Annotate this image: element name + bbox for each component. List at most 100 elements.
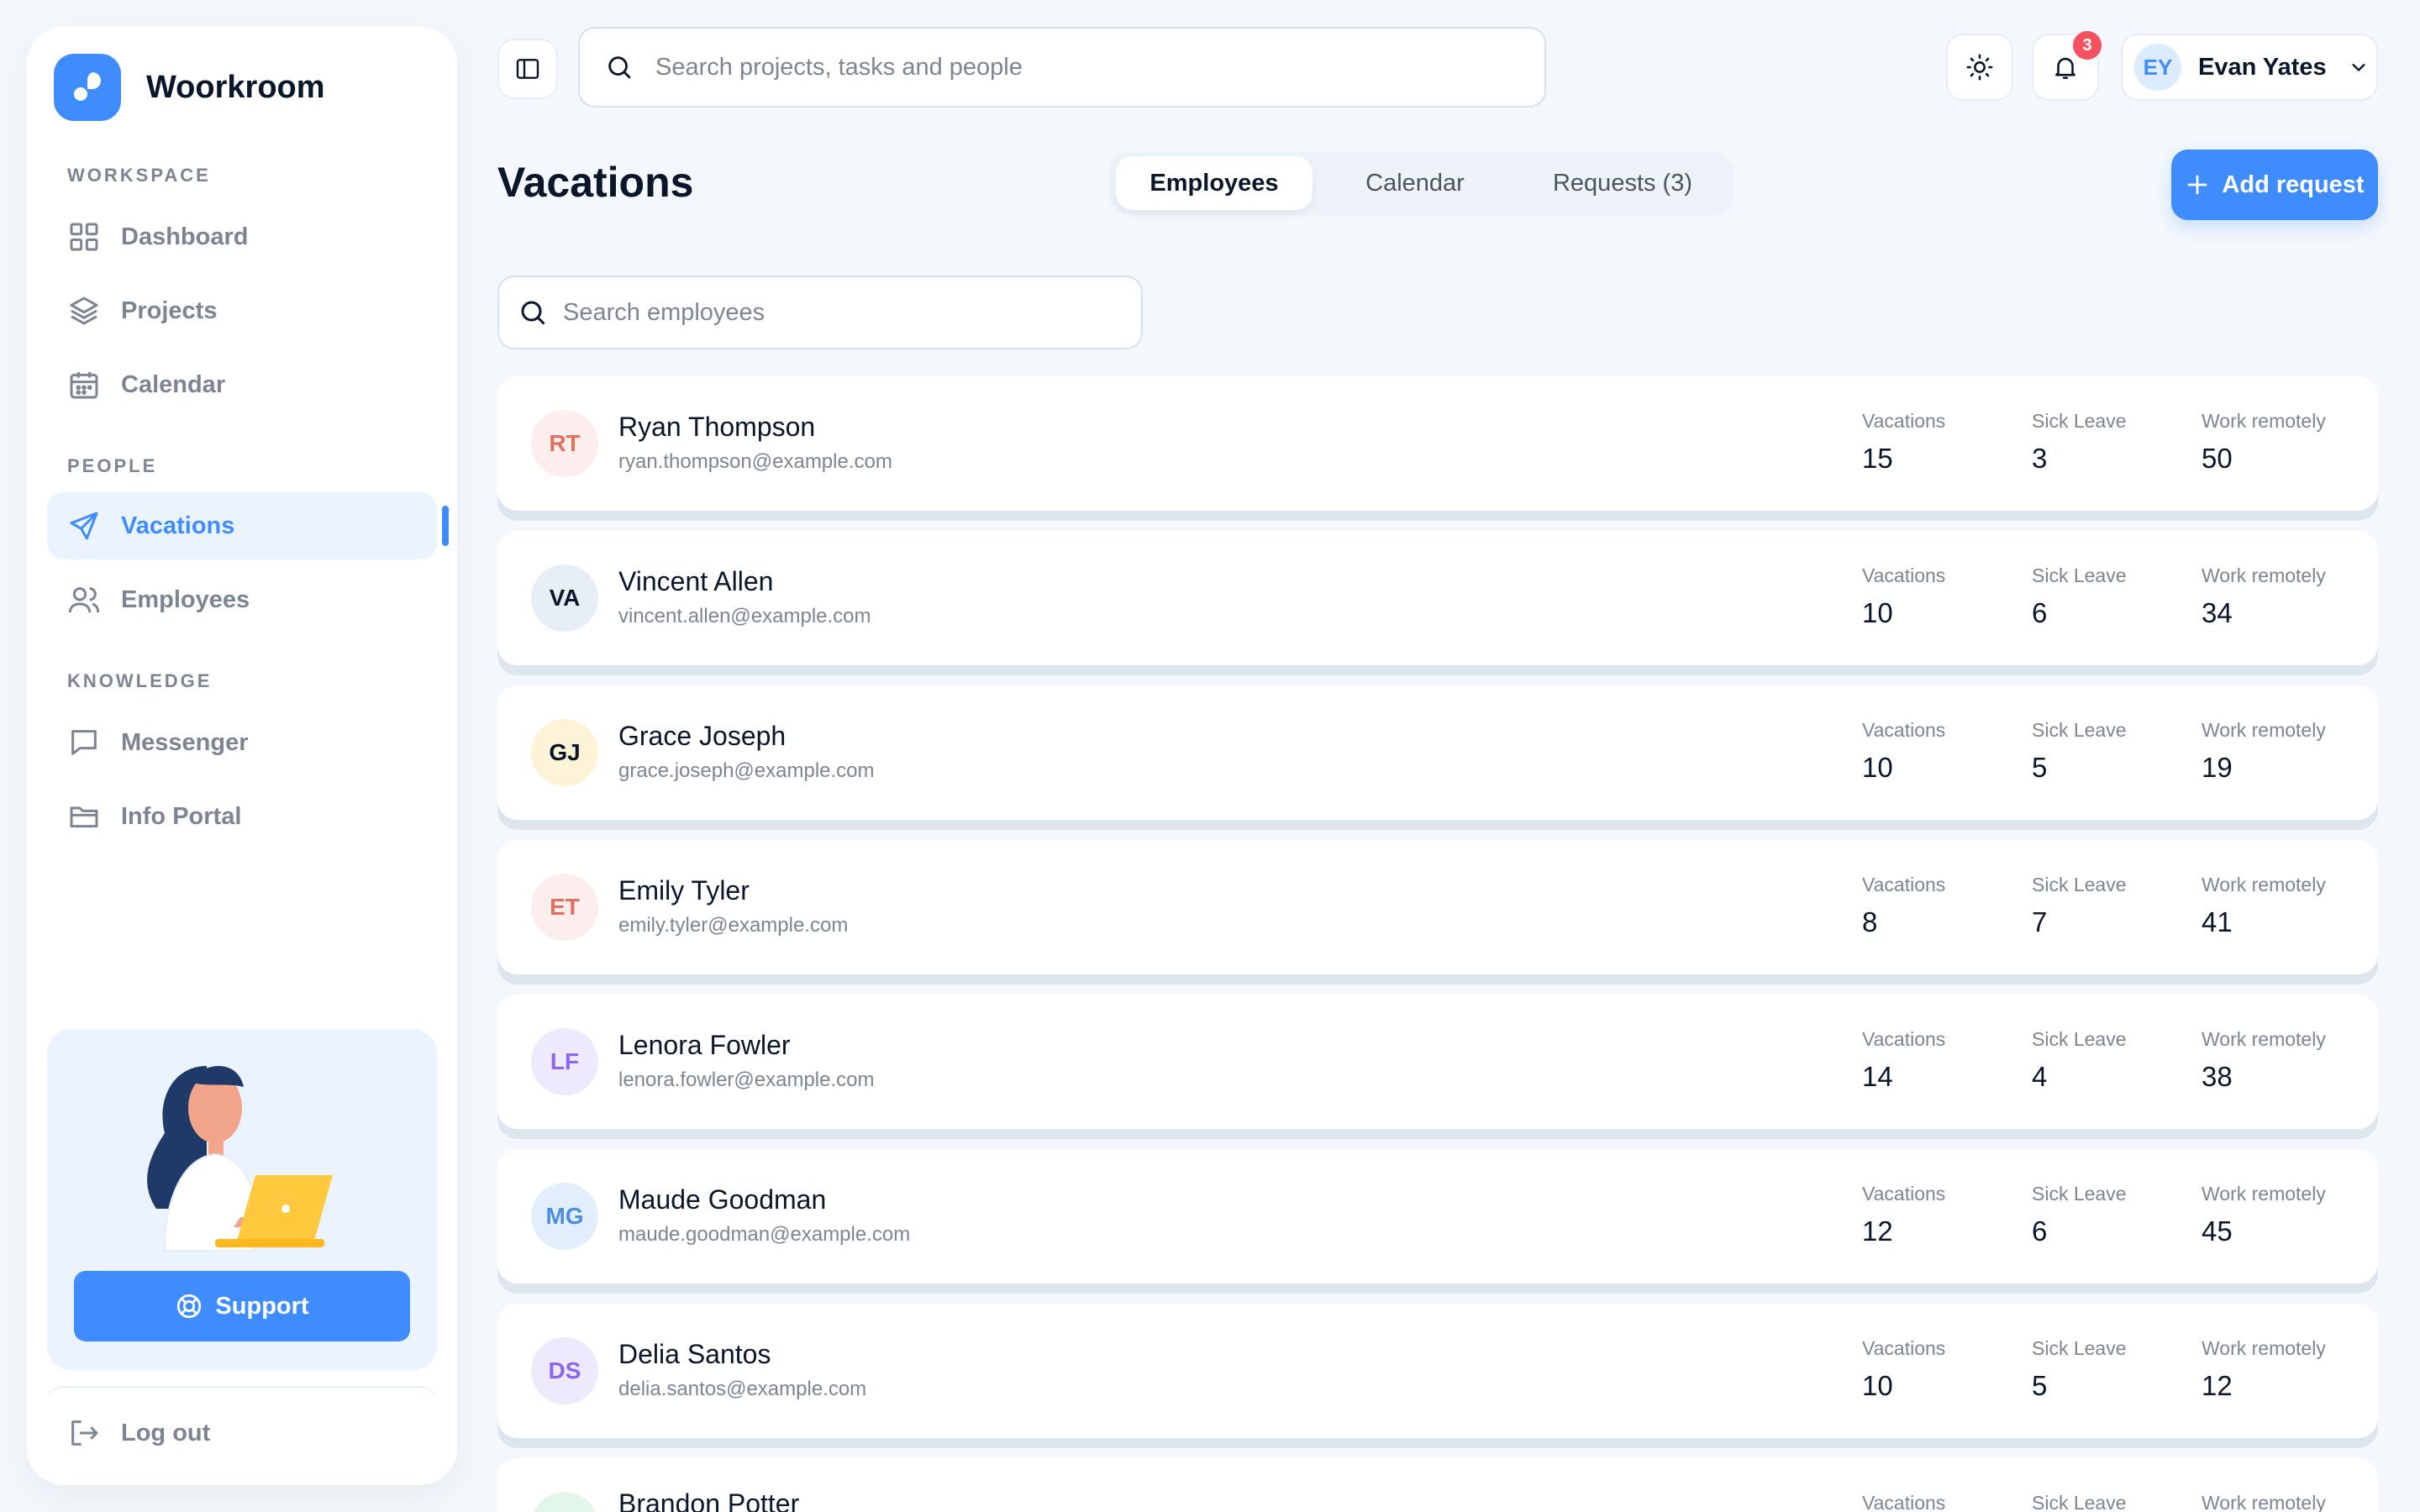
sidebar-item-label: Dashboard (121, 223, 249, 250)
work-remotely-count: 38 (2202, 1061, 2233, 1092)
stat-label-sick-leave: Sick Leave (2032, 1337, 2127, 1359)
plus-icon (2188, 175, 2207, 195)
logout-icon (71, 1420, 98, 1446)
notification-badge: 3 (2070, 29, 2104, 62)
sick-leave-count: 5 (2032, 752, 2048, 783)
stat-label-sick-leave: Sick Leave (2032, 1028, 2127, 1050)
chevron-down-icon (2351, 63, 2365, 72)
employee-name: Emily Tyler (618, 875, 750, 906)
support-button[interactable]: Support (74, 1271, 410, 1341)
employee-name: Brandon Potter (618, 1488, 800, 1512)
brand[interactable]: Woorkroom (54, 54, 325, 121)
active-indicator (442, 506, 449, 546)
employee-search[interactable] (497, 276, 1143, 349)
sidebar-item-label: Vacations (121, 512, 235, 539)
avatar: EY (2134, 44, 2181, 91)
avatar: DS (531, 1337, 598, 1404)
employee-email: maude.goodman@example.com (618, 1223, 911, 1246)
page-title: Vacations (497, 159, 694, 206)
theme-toggle-button[interactable] (1946, 34, 2013, 101)
stat-label-vacations: Vacations (1862, 1183, 1946, 1205)
table-row[interactable]: BP Brandon Potter Vacations Sick Leave W… (497, 1458, 2378, 1512)
vacations-count: 8 (1862, 906, 1878, 937)
search-icon (521, 301, 545, 325)
section-label-workspace: WORKSPACE (67, 165, 211, 186)
table-row[interactable]: DS Delia Santos delia.santos@example.com… (497, 1304, 2378, 1438)
stat-label-work-remotely: Work remotely (2202, 874, 2326, 895)
sidebar-item-employees[interactable]: Employees (47, 566, 437, 633)
calendar-icon (70, 372, 98, 399)
sidebar-panel-icon (516, 59, 539, 79)
table-row[interactable]: ET Emily Tyler emily.tyler@example.com V… (497, 840, 2378, 974)
stat-label-sick-leave: Sick Leave (2032, 874, 2127, 895)
work-remotely-count: 50 (2202, 443, 2233, 474)
avatar: GJ (531, 719, 598, 786)
view-tabs: Employees Calendar Requests (3) (1109, 151, 1734, 215)
section-label-knowledge: KNOWLEDGE (67, 670, 213, 691)
sick-leave-count: 6 (2032, 1215, 2048, 1247)
sick-leave-count: 5 (2032, 1370, 2048, 1401)
sick-leave-count: 6 (2032, 597, 2048, 628)
section-label-people: PEOPLE (67, 455, 158, 476)
employee-email: emily.tyler@example.com (618, 914, 849, 937)
sidebar-item-vacations[interactable]: Vacations (47, 492, 437, 559)
logout-button[interactable]: Log out (47, 1399, 437, 1467)
sidebar-item-label: Messenger (121, 728, 249, 756)
stat-label-vacations: Vacations (1862, 1492, 1946, 1512)
dashboard-icon (70, 223, 98, 251)
employee-name: Delia Santos (618, 1339, 771, 1369)
sidebar-item-projects[interactable]: Projects (47, 277, 437, 344)
stat-label-sick-leave: Sick Leave (2032, 1183, 2127, 1205)
sidebar-item-dashboard[interactable]: Dashboard (47, 203, 437, 270)
sick-leave-count: 4 (2032, 1061, 2048, 1092)
sidebar-item-label: Calendar (121, 370, 226, 398)
woorkroom-logo-icon (54, 54, 121, 121)
tab-calendar[interactable]: Calendar (1319, 156, 1511, 210)
table-row[interactable]: MG Maude Goodman maude.goodman@example.c… (497, 1149, 2378, 1284)
table-row[interactable]: RT Ryan Thompson ryan.thompson@example.c… (497, 376, 2378, 511)
table-row[interactable]: VA Vincent Allen vincent.allen@example.c… (497, 531, 2378, 665)
employee-email: ryan.thompson@example.com (618, 450, 892, 473)
sidebar-item-info-portal[interactable]: Info Portal (47, 783, 437, 850)
global-search[interactable] (578, 27, 1546, 108)
sidebar-toggle-button[interactable] (497, 39, 558, 99)
avatar: ET (531, 874, 598, 941)
woman-with-laptop-illustration (147, 1066, 333, 1252)
global-search-input[interactable] (655, 53, 1502, 81)
work-remotely-count: 12 (2202, 1370, 2233, 1401)
tab-requests[interactable]: Requests (3) (1516, 156, 1729, 210)
users-icon (68, 587, 100, 613)
plane-icon (70, 512, 98, 540)
avatar: VA (531, 564, 598, 632)
vacations-count: 12 (1862, 1215, 1893, 1247)
chat-icon (71, 730, 97, 755)
folder-icon (70, 806, 98, 828)
avatar: RT (531, 410, 598, 477)
employee-search-input[interactable] (563, 298, 1124, 327)
table-row[interactable]: LF Lenora Fowler lenora.fowler@example.c… (497, 995, 2378, 1129)
tab-employees[interactable]: Employees (1116, 156, 1313, 210)
stat-label-vacations: Vacations (1862, 1337, 1946, 1359)
work-remotely-count: 45 (2202, 1215, 2233, 1247)
work-remotely-count: 19 (2202, 752, 2233, 783)
stat-label-sick-leave: Sick Leave (2032, 1492, 2127, 1512)
sidebar-item-label: Info Portal (121, 802, 242, 830)
brand-name: Woorkroom (146, 69, 325, 105)
stat-label-work-remotely: Work remotely (2202, 719, 2326, 741)
search-icon (608, 56, 631, 79)
sidebar-item-messenger[interactable]: Messenger (47, 709, 437, 776)
add-request-button[interactable]: Add request (2171, 150, 2378, 220)
vacations-count: 10 (1862, 752, 1893, 783)
support-card: Support (47, 1029, 437, 1370)
stat-label-vacations: Vacations (1862, 874, 1946, 895)
employee-email: lenora.fowler@example.com (618, 1068, 875, 1091)
employee-name: Lenora Fowler (618, 1030, 791, 1060)
employee-name: Ryan Thompson (618, 412, 816, 442)
stat-label-sick-leave: Sick Leave (2032, 410, 2127, 432)
avatar: MG (531, 1183, 598, 1250)
table-row[interactable]: GJ Grace Joseph grace.joseph@example.com… (497, 685, 2378, 820)
sidebar-item-calendar[interactable]: Calendar (47, 351, 437, 418)
lifebuoy-icon (177, 1294, 202, 1319)
employee-name: Grace Joseph (618, 721, 786, 751)
user-menu[interactable]: EY Evan Yates (2121, 34, 2378, 101)
